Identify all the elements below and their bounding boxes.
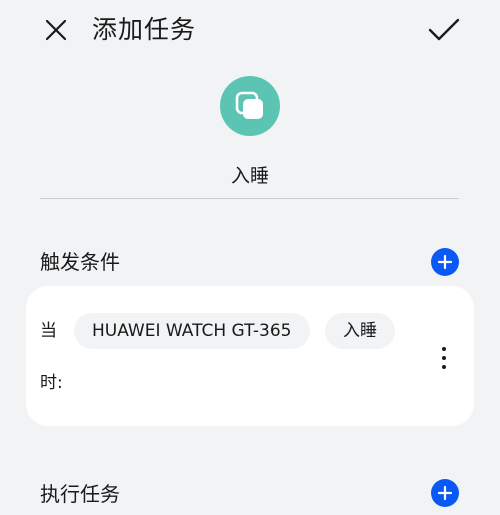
- close-icon: [45, 19, 67, 41]
- action-section-title: 执行任务: [40, 482, 120, 506]
- condition-when-label: 当: [40, 321, 57, 341]
- close-button[interactable]: [40, 14, 72, 46]
- page-title: 添加任务: [92, 15, 197, 44]
- copy-icon: [235, 91, 263, 119]
- plus-icon: [437, 485, 453, 501]
- trigger-condition-card[interactable]: [26, 286, 474, 426]
- plus-icon: [437, 254, 453, 270]
- event-chip[interactable]: 入睡: [325, 313, 395, 349]
- device-chip[interactable]: HUAWEI WATCH GT-365: [74, 313, 310, 349]
- more-vertical-icon: [442, 365, 446, 369]
- confirm-button[interactable]: [426, 14, 462, 46]
- check-icon: [428, 18, 460, 41]
- condition-time-label: 时:: [40, 373, 63, 393]
- task-name[interactable]: 入睡: [0, 160, 500, 192]
- more-vertical-icon: [442, 347, 446, 351]
- divider: [40, 198, 459, 199]
- add-action-button[interactable]: [431, 479, 459, 507]
- more-options-button[interactable]: [432, 342, 456, 374]
- add-trigger-button[interactable]: [431, 248, 459, 276]
- more-vertical-icon: [442, 356, 446, 360]
- task-icon-button[interactable]: [220, 76, 280, 136]
- trigger-section-title: 触发条件: [40, 250, 120, 274]
